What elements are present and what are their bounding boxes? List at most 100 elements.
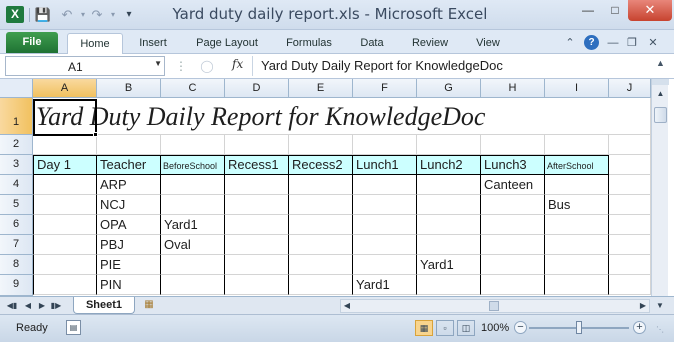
cell-h5[interactable]	[481, 195, 545, 215]
cell-i6[interactable]	[545, 215, 609, 235]
cell-e2[interactable]	[289, 135, 353, 155]
cell-e7[interactable]	[289, 235, 353, 255]
header-cell-beforeschool[interactable]: BeforeSchool	[161, 155, 225, 175]
cell-a5[interactable]	[33, 195, 97, 215]
cell-i7[interactable]	[545, 235, 609, 255]
cell-f8[interactable]	[353, 255, 417, 275]
header-cell-recess1[interactable]: Recess1	[225, 155, 289, 175]
prev-sheet-icon[interactable]: ◀	[22, 299, 34, 312]
cell-a8[interactable]	[33, 255, 97, 275]
next-sheet-icon[interactable]: ▶	[36, 299, 48, 312]
cell-e4[interactable]	[289, 175, 353, 195]
normal-view-icon[interactable]: ▦	[415, 320, 433, 336]
row-header-7[interactable]: 7	[0, 235, 33, 255]
close-icon[interactable]: ✕	[628, 0, 672, 21]
row-header-9[interactable]: 9	[0, 275, 33, 296]
cell-h7[interactable]	[481, 235, 545, 255]
zoom-out-icon[interactable]: −	[514, 321, 527, 334]
save-icon[interactable]: 💾	[34, 6, 52, 24]
horizontal-scrollbar[interactable]: ◀ ▶	[340, 299, 650, 313]
cell-j5[interactable]	[609, 195, 651, 215]
insert-sheet-icon[interactable]: ▦	[141, 299, 157, 312]
tab-data[interactable]: Data	[350, 33, 394, 54]
tab-formulas[interactable]: Formulas	[278, 33, 340, 54]
zoom-level[interactable]: 100%	[481, 322, 509, 334]
horizontal-scroll-thumb[interactable]	[489, 301, 499, 311]
cell-d5[interactable]	[225, 195, 289, 215]
sheet-tab-sheet1[interactable]: Sheet1	[73, 297, 135, 314]
first-sheet-icon[interactable]: ◀▮	[6, 299, 18, 312]
name-box[interactable]: A1 ▼	[5, 56, 165, 76]
header-cell-lunch2[interactable]: Lunch2	[417, 155, 481, 175]
cell-j3[interactable]	[609, 155, 651, 175]
zoom-in-icon[interactable]: +	[633, 321, 646, 334]
tab-review[interactable]: Review	[404, 33, 456, 54]
tab-insert[interactable]: Insert	[130, 33, 176, 54]
cell-g4[interactable]	[417, 175, 481, 195]
cell-i5[interactable]: Bus	[545, 195, 609, 215]
scroll-left-icon[interactable]: ◀	[341, 300, 353, 312]
header-cell-day[interactable]: Day 1	[33, 155, 97, 175]
header-cell-teacher[interactable]: Teacher	[97, 155, 161, 175]
cell-b2[interactable]	[97, 135, 161, 155]
row-header-4[interactable]: 4	[0, 175, 33, 195]
cell-b4[interactable]: ARP	[97, 175, 161, 195]
row-header-5[interactable]: 5	[0, 195, 33, 215]
formula-input[interactable]: Yard Duty Daily Report for KnowledgeDoc	[252, 56, 652, 76]
cell-d8[interactable]	[225, 255, 289, 275]
cell-a9[interactable]	[33, 275, 97, 295]
cell-d6[interactable]	[225, 215, 289, 235]
cell-b5[interactable]: NCJ	[97, 195, 161, 215]
column-header-g[interactable]: G	[417, 79, 481, 98]
cell-j7[interactable]	[609, 235, 651, 255]
resize-grip-icon[interactable]: ⋱	[656, 325, 668, 337]
cell-h2[interactable]	[481, 135, 545, 155]
page-layout-view-icon[interactable]: ▫	[436, 320, 454, 336]
cell-j8[interactable]	[609, 255, 651, 275]
cell-f7[interactable]	[353, 235, 417, 255]
tab-view[interactable]: View	[466, 33, 510, 54]
row-header-3[interactable]: 3	[0, 155, 33, 175]
help-icon[interactable]: ?	[584, 35, 599, 50]
row-header-6[interactable]: 6	[0, 215, 33, 235]
vertical-scrollbar[interactable]: ▲	[651, 79, 669, 296]
cell-c4[interactable]	[161, 175, 225, 195]
cell-a6[interactable]	[33, 215, 97, 235]
split-box[interactable]	[652, 79, 669, 85]
cell-g8[interactable]: Yard1	[417, 255, 481, 275]
cell-d4[interactable]	[225, 175, 289, 195]
minimize-icon[interactable]: —	[574, 0, 602, 21]
cell-c8[interactable]	[161, 255, 225, 275]
header-cell-lunch1[interactable]: Lunch1	[353, 155, 417, 175]
cell-g2[interactable]	[417, 135, 481, 155]
cell-j1[interactable]	[609, 98, 651, 135]
cell-d2[interactable]	[225, 135, 289, 155]
cell-i8[interactable]	[545, 255, 609, 275]
cell-h8[interactable]	[481, 255, 545, 275]
cell-j4[interactable]	[609, 175, 651, 195]
cell-c6[interactable]: Yard1	[161, 215, 225, 235]
cell-e6[interactable]	[289, 215, 353, 235]
last-sheet-icon[interactable]: ▮▶	[50, 299, 62, 312]
select-all-corner[interactable]	[0, 79, 33, 98]
column-header-j[interactable]: J	[609, 79, 651, 98]
cell-b7[interactable]: PBJ	[97, 235, 161, 255]
cell-i2[interactable]	[545, 135, 609, 155]
scroll-right-icon[interactable]: ▶	[637, 300, 649, 312]
cell-d7[interactable]	[225, 235, 289, 255]
cell-e9[interactable]	[289, 275, 353, 295]
cell-g9[interactable]	[417, 275, 481, 295]
column-header-b[interactable]: B	[97, 79, 161, 98]
cell-h9[interactable]	[481, 275, 545, 295]
worksheet-grid[interactable]: A B C D E F G H I J 1 2 3 4 5 6 7 8 9 Da…	[0, 79, 674, 296]
cell-b8[interactable]: PIE	[97, 255, 161, 275]
scroll-down-icon[interactable]: ▼	[654, 299, 666, 312]
cell-c9[interactable]	[161, 275, 225, 295]
column-header-a[interactable]: A	[33, 79, 97, 98]
cell-c2[interactable]	[161, 135, 225, 155]
cell-j6[interactable]	[609, 215, 651, 235]
macro-record-icon[interactable]: ▤	[66, 320, 81, 335]
header-cell-lunch3[interactable]: Lunch3	[481, 155, 545, 175]
scroll-thumb[interactable]	[654, 107, 667, 123]
row-header-2[interactable]: 2	[0, 135, 33, 155]
